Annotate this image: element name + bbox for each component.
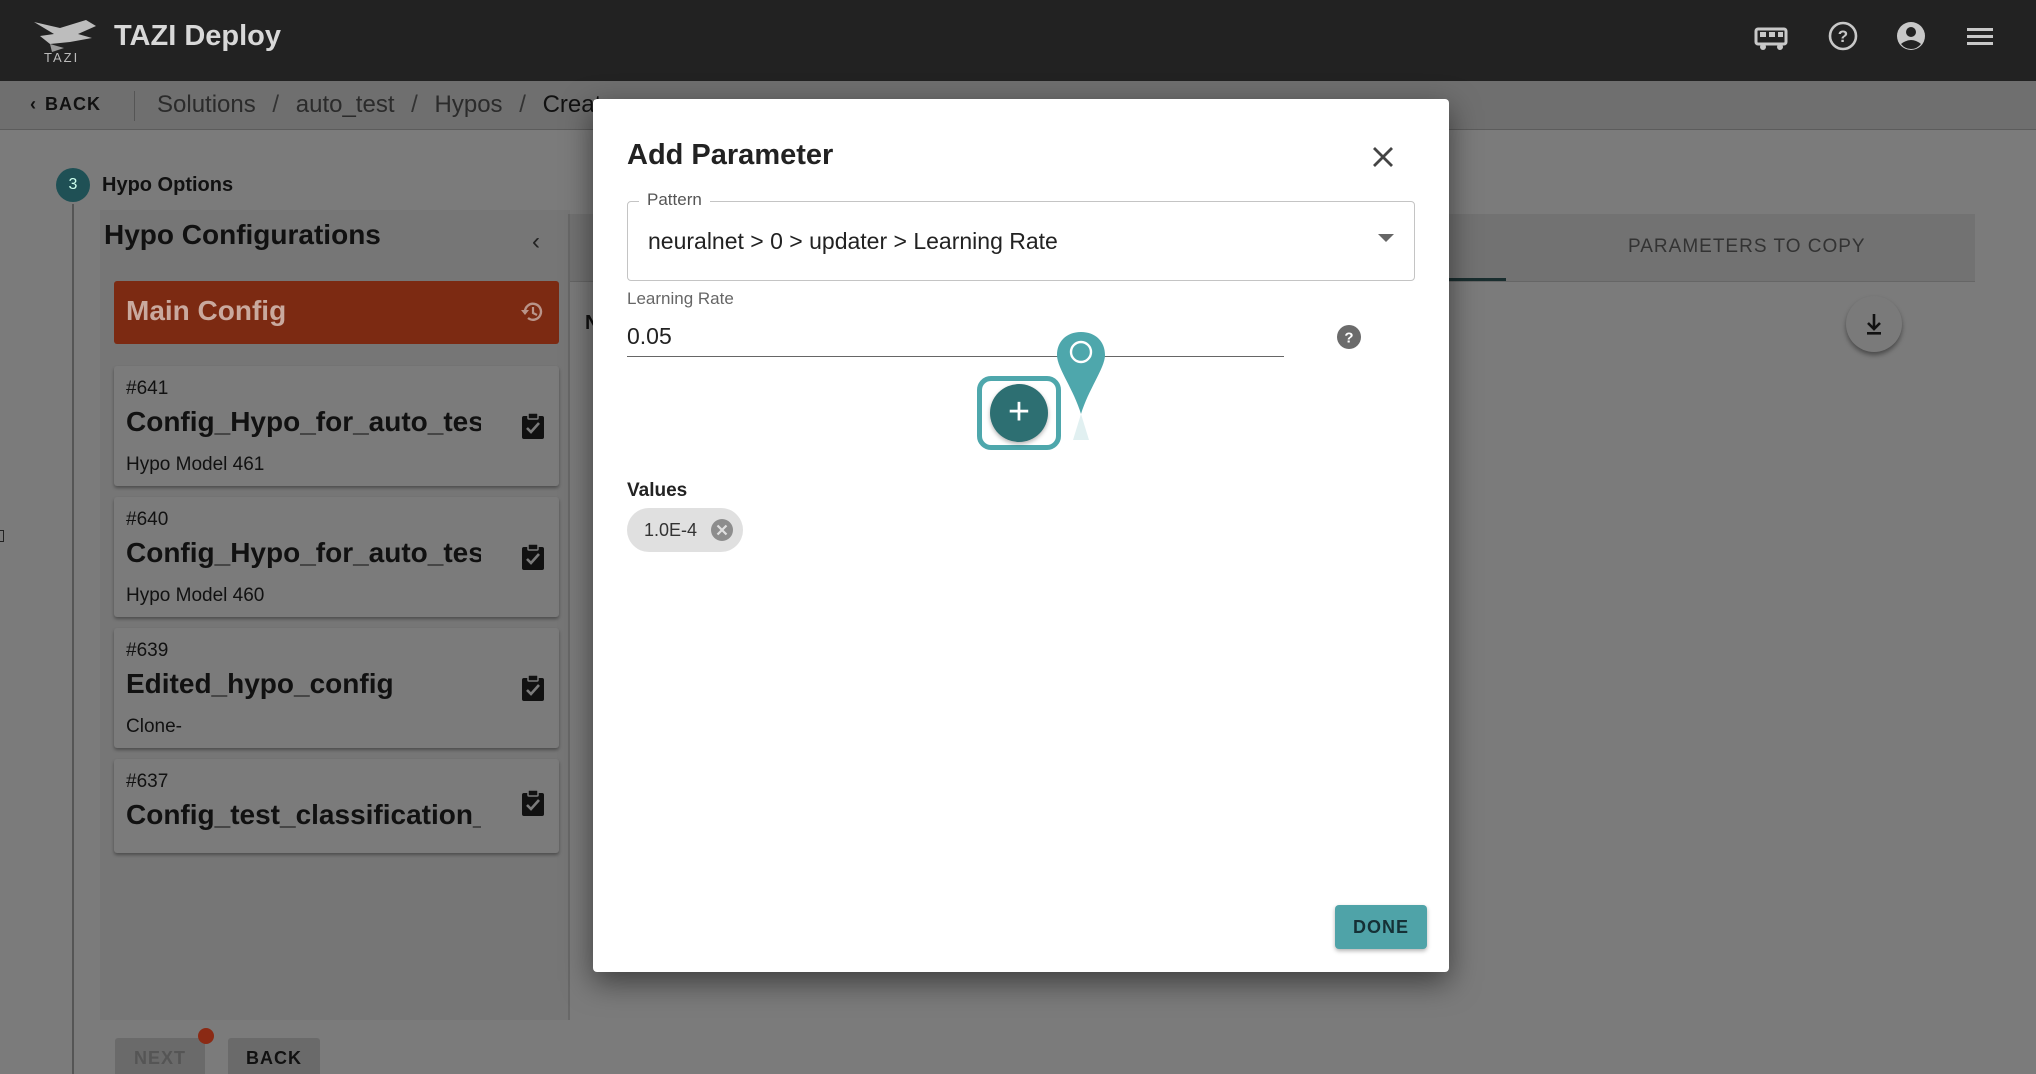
svg-text:?: ? [1838,27,1848,46]
card-number: #640 [126,509,169,530]
card-number: #637 [126,771,169,792]
close-icon[interactable] [1367,141,1399,173]
breadcrumb: Solutions / auto_test / Hypos / Create [157,91,625,119]
breadcrumb-hypos[interactable]: Hypos [435,91,503,118]
history-icon [521,302,543,321]
back-link[interactable]: ‹ BACK [30,94,101,115]
logo-text: TAZI [44,50,80,65]
download-button[interactable] [1846,296,1902,352]
config-card[interactable]: #639 Edited_hypo_config Clone- [114,628,559,748]
config-card[interactable]: #640 Config_Hypo_for_auto_test_ Hypo Mod… [114,497,559,617]
back-link-label: BACK [45,94,101,114]
values-label: Values [627,480,688,501]
bus-icon[interactable] [1752,18,1792,58]
config-card[interactable]: #637 Config_test_classification_ [114,759,559,853]
account-circle-icon[interactable] [1891,18,1931,58]
help-icon[interactable]: ? [1335,323,1363,351]
card-number: #641 [126,378,169,399]
clipboard-check-icon [522,412,544,439]
active-tab-indicator [1448,278,1506,281]
clipboard-check-icon [522,789,544,816]
menu-icon[interactable] [1961,18,2001,58]
breadcrumb-separator: / [411,91,418,118]
panel-divider [568,214,570,1020]
done-button[interactable]: DONE [1335,905,1427,949]
step-label: Hypo Options [102,174,234,196]
clipboard-check-icon [522,674,544,701]
value-chip-label: 1.0E-4 [644,520,698,540]
chevron-down-icon [1378,234,1394,242]
stepper-line [72,204,74,1074]
collapse-chevron-icon[interactable]: ‹ [532,228,540,256]
main-config-button[interactable]: Main Config [114,281,559,344]
top-app-bar: TAZI TAZI Deploy ? [0,0,2036,81]
divider [134,91,135,121]
step-number-badge: 3 [56,168,90,202]
panel-title: Hypo Configurations [104,219,381,250]
download-icon [1867,314,1881,335]
card-subtitle: Hypo Model 461 [126,454,265,475]
breadcrumb-separator: / [272,91,280,118]
card-subtitle: Hypo Model 460 [126,585,265,606]
notification-dot [198,1028,214,1044]
config-card[interactable]: #641 Config_Hypo_for_auto_test_ Hypo Mod… [114,366,559,486]
learning-rate-label: Learning Rate [627,289,734,308]
tab-parameters-to-copy[interactable]: PARAMETERS TO COPY [1628,236,1866,258]
breadcrumb-separator: / [519,91,526,118]
learning-rate-input[interactable] [627,317,1284,357]
add-value-button[interactable]: + [990,384,1048,442]
card-name: Edited_hypo_config [126,668,394,699]
edge-handle [0,530,4,542]
card-name: Config_Hypo_for_auto_test_ [126,537,481,568]
breadcrumb-auto-test[interactable]: auto_test [296,91,395,118]
chevron-left-icon: ‹ [30,94,37,114]
main-config-label: Main Config [126,295,287,326]
dialog-title: Add Parameter [627,139,834,171]
breadcrumb-solutions[interactable]: Solutions [157,91,256,118]
clipboard-check-icon [522,543,544,570]
remove-chip-icon[interactable] [710,518,734,542]
card-name: Config_test_classification_ [126,799,481,830]
app-title: TAZI Deploy [114,20,282,52]
card-number: #639 [126,640,169,661]
pattern-value: neuralnet > 0 > updater > Learning Rate [648,228,1058,254]
next-button[interactable]: NEXT [115,1038,205,1074]
value-chip: 1.0E-4 [627,508,743,552]
svg-text:?: ? [1344,330,1353,347]
card-subtitle: Clone- [126,716,182,737]
map-pin-icon [1057,332,1105,440]
add-parameter-dialog: Add Parameter Pattern neuralnet > 0 > up… [593,99,1449,972]
help-circle-icon[interactable]: ? [1823,18,1863,58]
card-name: Config_Hypo_for_auto_test_ [126,406,481,437]
back-button[interactable]: BACK [228,1038,320,1074]
pattern-label: Pattern [639,190,710,210]
